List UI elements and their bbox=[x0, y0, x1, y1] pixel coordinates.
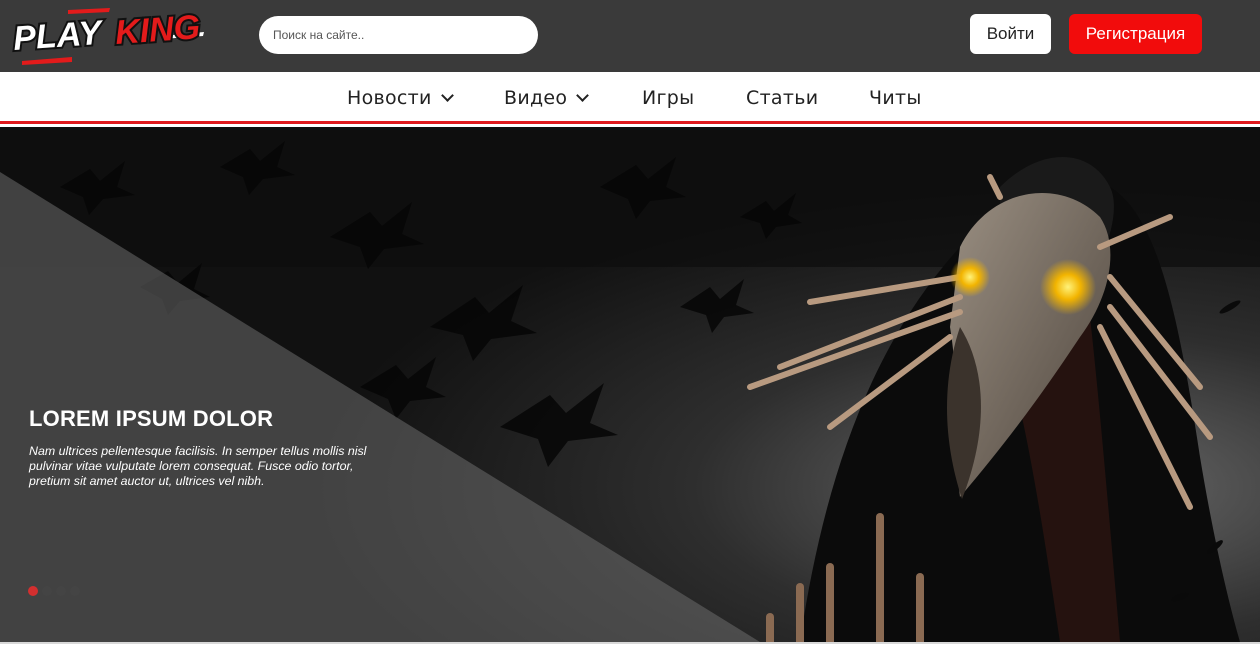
nav-item-label: Игры bbox=[642, 87, 695, 109]
hero-title: LOREM IPSUM DOLOR bbox=[29, 406, 274, 431]
slider-dot[interactable] bbox=[56, 586, 66, 596]
top-bar: PLAY KING Войти Регистрация bbox=[0, 0, 1260, 72]
site-logo[interactable]: PLAY KING bbox=[12, 6, 212, 66]
nav-item-video[interactable]: Видео bbox=[504, 72, 590, 124]
logo-text-king: KING bbox=[114, 8, 201, 52]
nav-item-label: Читы bbox=[869, 87, 922, 109]
login-button[interactable]: Войти bbox=[970, 14, 1051, 54]
nav-item-cheats[interactable]: Читы bbox=[869, 72, 922, 124]
slider-dot[interactable] bbox=[70, 586, 80, 596]
logo-text-play: PLAY bbox=[12, 14, 106, 58]
hero-slider: LOREM IPSUM DOLOR Nam ultrices pellentes… bbox=[0, 127, 1260, 642]
logo-graphic: PLAY KING bbox=[12, 6, 204, 65]
hero-background-image bbox=[0, 127, 1260, 642]
main-nav: Новости Видео Игры Статьи Читы bbox=[0, 72, 1260, 124]
slider-dot[interactable] bbox=[42, 586, 52, 596]
nav-item-news[interactable]: Новости bbox=[347, 72, 454, 124]
slider-dot[interactable] bbox=[28, 586, 38, 596]
nav-item-games[interactable]: Игры bbox=[642, 72, 694, 124]
content-divider bbox=[0, 642, 1260, 650]
slider-dots bbox=[28, 586, 80, 596]
nav-item-label: Видео bbox=[504, 87, 568, 109]
nav-item-label: Статьи bbox=[746, 87, 819, 109]
chevron-down-icon bbox=[440, 88, 454, 102]
nav-item-label: Новости bbox=[347, 87, 432, 109]
register-button[interactable]: Регистрация bbox=[1069, 14, 1202, 54]
chevron-down-icon bbox=[576, 88, 590, 102]
hero-description: Nam ultrices pellentesque facilisis. In … bbox=[29, 444, 367, 488]
nav-item-articles[interactable]: Статьи bbox=[746, 72, 818, 124]
search-input[interactable] bbox=[259, 16, 538, 54]
